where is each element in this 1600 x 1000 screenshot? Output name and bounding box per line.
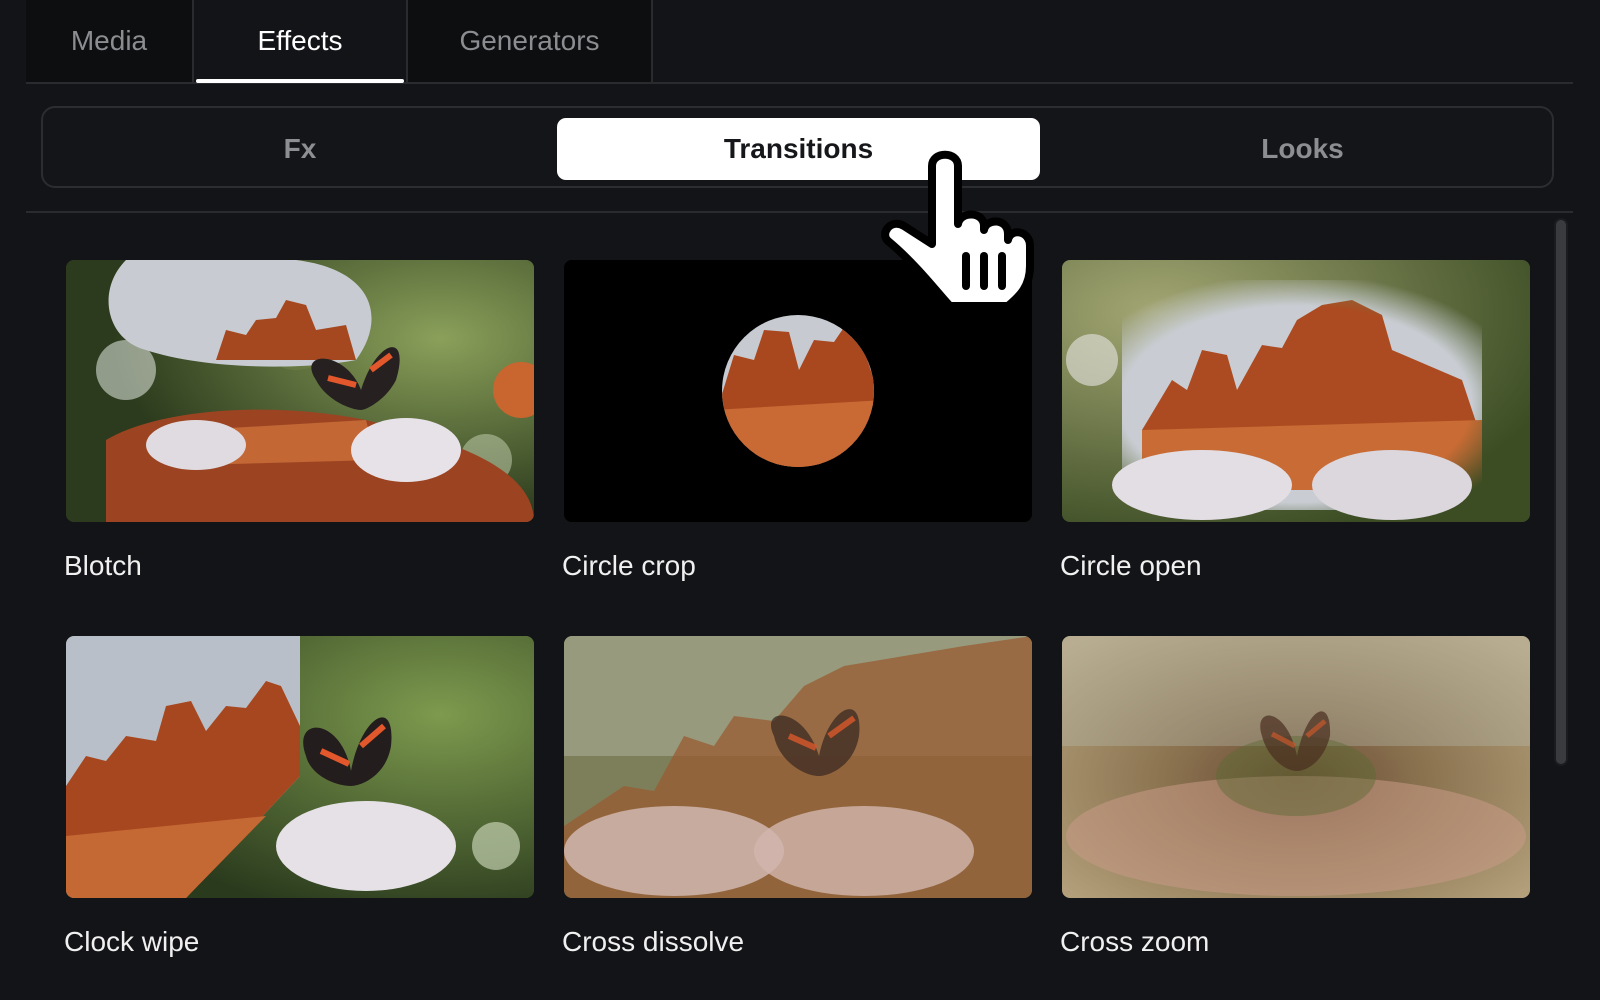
scrollbar-thumb[interactable]: [1556, 220, 1566, 764]
effect-card-blotch[interactable]: Blotch: [64, 260, 534, 581]
segment-looks[interactable]: Looks: [1053, 118, 1552, 180]
tab-media[interactable]: Media: [26, 0, 194, 82]
effect-thumbnail: [564, 636, 1032, 898]
divider: [26, 211, 1573, 213]
effect-label: Cross zoom: [1060, 926, 1210, 957]
effect-card-cross-dissolve[interactable]: Cross dissolve: [562, 636, 1032, 957]
effect-label: Cross dissolve: [562, 926, 745, 957]
effect-thumbnail: [66, 260, 534, 522]
effect-category-switch: Fx Transitions Looks: [41, 106, 1554, 188]
effect-card-cross-zoom[interactable]: Cross zoom: [1060, 636, 1530, 957]
tab-effects[interactable]: Effects: [194, 0, 408, 83]
effect-label: Circle crop: [562, 550, 696, 581]
effects-panel: Media Effects Generators Fx Transitions …: [0, 0, 1600, 1000]
effect-thumbnail: [66, 636, 534, 898]
top-tab-bar: Media Effects Generators: [26, 0, 1573, 84]
segment-fx[interactable]: Fx: [43, 118, 557, 180]
effect-label: Clock wipe: [64, 926, 200, 957]
effect-card-circle-open[interactable]: Circle open: [1060, 260, 1530, 581]
effect-label: Circle open: [1060, 550, 1202, 581]
effect-label: Blotch: [64, 550, 142, 581]
effect-thumbnail: [1062, 636, 1530, 898]
tab-generators[interactable]: Generators: [408, 0, 653, 82]
effect-card-clock-wipe[interactable]: Clock wipe: [64, 636, 534, 957]
hand-pointer-icon: [880, 146, 1060, 316]
effect-thumbnail: [1062, 260, 1530, 522]
